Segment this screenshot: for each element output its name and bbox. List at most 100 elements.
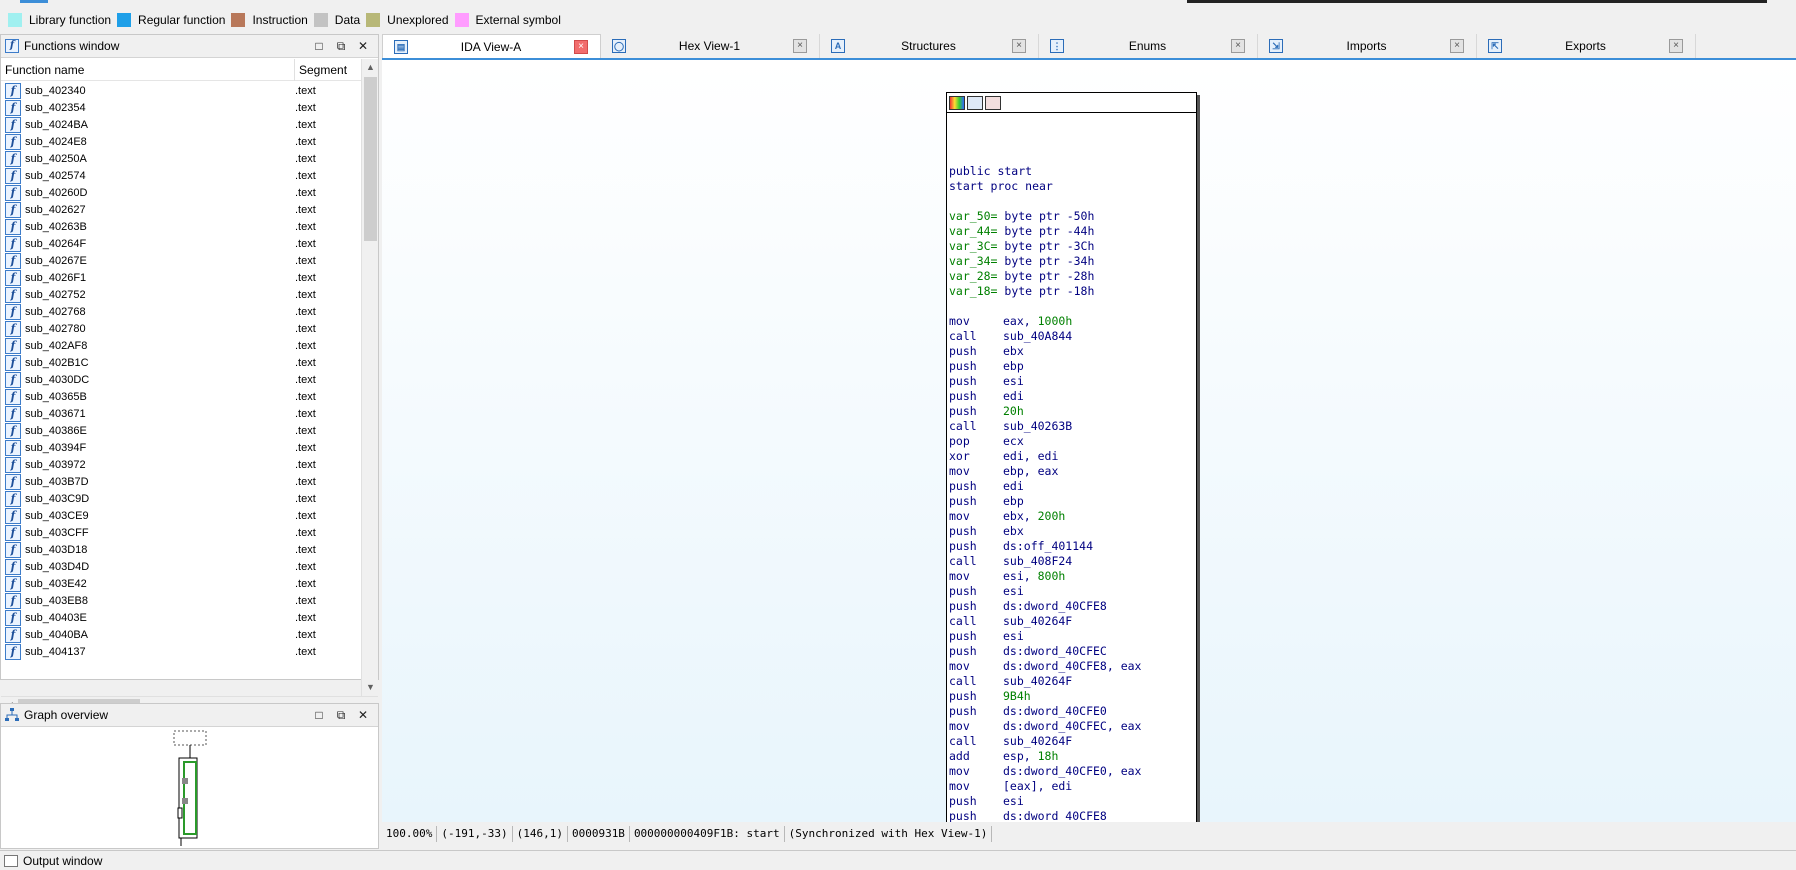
instruction-line[interactable]: push ebp — [949, 494, 1196, 509]
close-button[interactable]: ✕ — [352, 38, 374, 54]
instruction-line[interactable]: push ds:dword_40CFE8 — [949, 599, 1196, 614]
function-row[interactable]: f sub_4030DC .text — [1, 371, 361, 388]
function-row[interactable]: f sub_40263B .text — [1, 218, 361, 235]
instruction-line[interactable]: mov ds:dword_40CFEC, eax — [949, 719, 1196, 734]
close-button[interactable]: ✕ — [352, 707, 374, 723]
function-row[interactable]: f sub_403C9D .text — [1, 490, 361, 507]
function-row[interactable]: f sub_40260D .text — [1, 184, 361, 201]
stack-var-line[interactable]: var_18= byte ptr -18h — [949, 284, 1196, 299]
graph-node-start[interactable]: public start start proc near var_50= byte … — [946, 92, 1197, 822]
function-row[interactable]: f sub_403E42 .text — [1, 575, 361, 592]
function-row[interactable]: f sub_402AF8 .text — [1, 337, 361, 354]
instruction-line[interactable]: xor edi, edi — [949, 449, 1196, 464]
float-button[interactable]: ⧉ — [330, 707, 352, 723]
instruction-line[interactable]: push ds:dword_40CFE8 — [949, 809, 1196, 822]
tab-close-icon[interactable]: × — [1012, 39, 1026, 53]
function-row[interactable]: f sub_40250A .text — [1, 150, 361, 167]
instruction-line[interactable]: push ds:dword_40CFEC — [949, 644, 1196, 659]
instruction-line[interactable]: push esi — [949, 629, 1196, 644]
tab-imports[interactable]: ⇲ Imports × — [1258, 34, 1477, 58]
instruction-line[interactable]: push ds:off_401144 — [949, 539, 1196, 554]
instruction-line[interactable]: call sub_40264F — [949, 674, 1196, 689]
function-row[interactable]: f sub_403D18 .text — [1, 541, 361, 558]
instruction-line[interactable]: call sub_40264F — [949, 614, 1196, 629]
instruction-line[interactable]: mov ebp, eax — [949, 464, 1196, 479]
functions-vertical-scrollbar[interactable]: ▲ ▼ — [361, 59, 378, 696]
restore-button[interactable]: □ — [308, 707, 330, 723]
function-row[interactable]: f sub_403B7D .text — [1, 473, 361, 490]
function-row[interactable]: f sub_4024E8 .text — [1, 133, 361, 150]
instruction-line[interactable]: mov esi, 800h — [949, 569, 1196, 584]
instruction-line[interactable]: push ds:dword_40CFE0 — [949, 704, 1196, 719]
node-graph-icon[interactable] — [967, 95, 983, 110]
function-row[interactable]: f sub_4024BA .text — [1, 116, 361, 133]
instruction-line[interactable]: mov eax, 1000h — [949, 314, 1196, 329]
tab-close-icon[interactable]: × — [793, 39, 807, 53]
instruction-line[interactable]: push ebx — [949, 524, 1196, 539]
instruction-line[interactable]: push esi — [949, 584, 1196, 599]
function-row[interactable]: f sub_40267E .text — [1, 252, 361, 269]
scroll-down-arrow-icon[interactable]: ▼ — [362, 679, 379, 696]
tab-structures[interactable]: A Structures × — [820, 34, 1039, 58]
function-row[interactable]: f sub_403CFF .text — [1, 524, 361, 541]
tab-enums[interactable]: ⋮ Enums × — [1039, 34, 1258, 58]
instruction-line[interactable]: mov ebx, 200h — [949, 509, 1196, 524]
function-row[interactable]: f sub_40386E .text — [1, 422, 361, 439]
instruction-line[interactable]: call sub_40264F — [949, 734, 1196, 749]
function-row[interactable]: f sub_402780 .text — [1, 320, 361, 337]
column-function-name[interactable]: Function name — [1, 58, 295, 81]
stack-var-line[interactable]: var_50= byte ptr -50h — [949, 209, 1196, 224]
instruction-line[interactable]: push esi — [949, 374, 1196, 389]
tab-close-icon[interactable]: × — [574, 40, 588, 54]
stack-var-line[interactable]: var_3C= byte ptr -3Ch — [949, 239, 1196, 254]
function-row[interactable]: f sub_40394F .text — [1, 439, 361, 456]
ida-view-graph[interactable]: public start start proc near var_50= byte … — [382, 58, 1796, 822]
scroll-up-arrow-icon[interactable]: ▲ — [362, 59, 379, 76]
function-row[interactable]: f sub_403972 .text — [1, 456, 361, 473]
scrollbar-thumb[interactable] — [364, 77, 377, 241]
stack-var-line[interactable]: var_34= byte ptr -34h — [949, 254, 1196, 269]
instruction-line[interactable]: push 20h — [949, 404, 1196, 419]
tab-ida-view-a[interactable]: ▤ IDA View-A × — [382, 34, 601, 59]
node-color-icon[interactable] — [949, 95, 965, 110]
instruction-line[interactable]: mov ds:dword_40CFE8, eax — [949, 659, 1196, 674]
column-segment[interactable]: Segment — [295, 59, 347, 81]
function-row[interactable]: f sub_40264F .text — [1, 235, 361, 252]
restore-button[interactable]: □ — [308, 38, 330, 54]
function-row[interactable]: f sub_404137 .text — [1, 643, 361, 660]
function-row[interactable]: f sub_403D4D .text — [1, 558, 361, 575]
instruction-line[interactable]: push 9B4h — [949, 689, 1196, 704]
instruction-line[interactable]: push edi — [949, 479, 1196, 494]
stack-var-line[interactable]: var_44= byte ptr -44h — [949, 224, 1196, 239]
output-window-bar[interactable]: Output window — [0, 850, 1796, 870]
function-row[interactable]: f sub_402574 .text — [1, 167, 361, 184]
function-row[interactable]: f sub_402340 .text — [1, 82, 361, 99]
instruction-line[interactable]: mov ds:dword_40CFE0, eax — [949, 764, 1196, 779]
function-row[interactable]: f sub_402B1C .text — [1, 354, 361, 371]
tab-close-icon[interactable]: × — [1450, 39, 1464, 53]
function-row[interactable]: f sub_4040BA .text — [1, 626, 361, 643]
instruction-line[interactable]: add esp, 18h — [949, 749, 1196, 764]
function-row[interactable]: f sub_40365B .text — [1, 388, 361, 405]
float-button[interactable]: ⧉ — [330, 38, 352, 54]
instruction-line[interactable]: push edi — [949, 389, 1196, 404]
instruction-line[interactable]: mov [eax], edi — [949, 779, 1196, 794]
instruction-line[interactable]: call sub_40A844 — [949, 329, 1196, 344]
graph-overview-canvas[interactable] — [1, 728, 378, 848]
instruction-line[interactable]: pop ecx — [949, 434, 1196, 449]
function-row[interactable]: f sub_402752 .text — [1, 286, 361, 303]
function-row[interactable]: f sub_403671 .text — [1, 405, 361, 422]
node-group-icon[interactable] — [985, 95, 1001, 110]
instruction-line[interactable]: push esi — [949, 794, 1196, 809]
function-row[interactable]: f sub_40403E .text — [1, 609, 361, 626]
function-row[interactable]: f sub_402627 .text — [1, 201, 361, 218]
function-row[interactable]: f sub_403EB8 .text — [1, 592, 361, 609]
function-row[interactable]: f sub_402768 .text — [1, 303, 361, 320]
stack-var-line[interactable]: var_28= byte ptr -28h — [949, 269, 1196, 284]
function-row[interactable]: f sub_403CE9 .text — [1, 507, 361, 524]
instruction-line[interactable]: push ebx — [949, 344, 1196, 359]
tab-hex-view-1[interactable]: ◯ Hex View-1 × — [601, 34, 820, 58]
function-row[interactable]: f sub_402354 .text — [1, 99, 361, 116]
function-row[interactable]: f sub_4026F1 .text — [1, 269, 361, 286]
instruction-line[interactable]: call sub_40263B — [949, 419, 1196, 434]
